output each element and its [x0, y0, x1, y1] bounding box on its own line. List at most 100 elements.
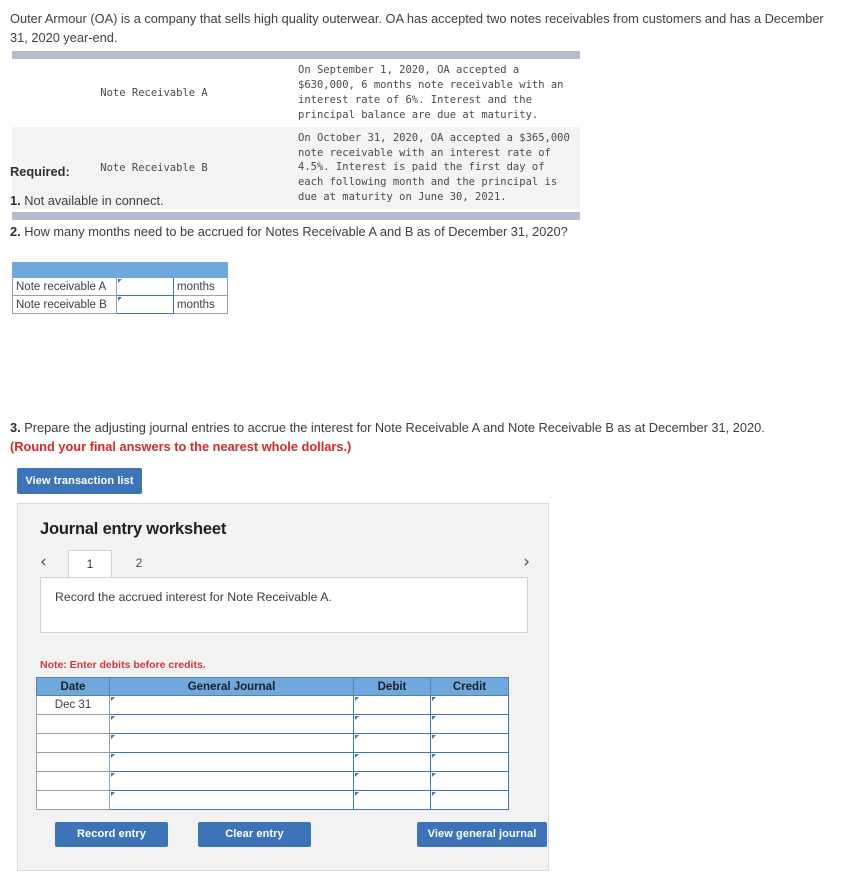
journal-row-5-debit[interactable] — [353, 790, 431, 810]
months-header-cell-1 — [12, 262, 117, 278]
required-heading: Required: — [10, 164, 70, 179]
journal-header-date: Date — [36, 677, 110, 696]
tab-content-panel: Record the accrued interest for Note Rec… — [40, 577, 528, 633]
cell-marker-icon — [432, 773, 436, 777]
months-row-b-label: Note receivable B — [12, 295, 117, 314]
months-row-b-input[interactable] — [116, 295, 174, 314]
bottom-band-cell-left — [12, 212, 296, 221]
cell-marker-icon — [111, 773, 115, 777]
journal-row-2-credit[interactable] — [430, 733, 509, 753]
journal-row-0-general-journal[interactable] — [109, 695, 354, 715]
journal-row-1-credit[interactable] — [430, 714, 509, 734]
months-row-a-label: Note receivable A — [12, 277, 117, 296]
tab-2[interactable]: 2 — [117, 550, 161, 577]
band-cell-right — [296, 51, 580, 59]
journal-row-5-credit[interactable] — [430, 790, 509, 810]
cell-marker-icon — [432, 716, 436, 720]
info-table-top-band — [12, 51, 580, 59]
cell-marker-icon — [355, 716, 359, 720]
view-transaction-list-button[interactable]: View transaction list — [17, 468, 142, 494]
cell-marker-icon — [355, 792, 359, 796]
journal-row-4-debit[interactable] — [353, 771, 431, 791]
cell-marker-icon — [111, 735, 115, 739]
cell-marker-icon — [355, 773, 359, 777]
question-3-number: 3. — [10, 420, 21, 435]
journal-header-credit: Credit — [430, 677, 509, 696]
table-row — [36, 714, 509, 734]
journal-row-3-credit[interactable] — [430, 752, 509, 772]
worksheet-title: Journal entry worksheet — [40, 520, 227, 538]
months-row-a-unit: months — [173, 277, 228, 296]
journal-header-general-journal: General Journal — [109, 677, 354, 696]
months-row-b: Note receivable B months — [12, 295, 228, 314]
question-2-number: 2. — [10, 224, 21, 239]
cell-marker-icon — [111, 754, 115, 758]
journal-row-0-debit[interactable] — [353, 695, 431, 715]
journal-row-2-debit[interactable] — [353, 733, 431, 753]
cell-marker-icon — [432, 754, 436, 758]
months-header-cell-2 — [116, 262, 174, 278]
journal-row-0-date[interactable]: Dec 31 — [36, 695, 110, 715]
cell-marker-icon — [118, 297, 122, 301]
question-3-text: Prepare the adjusting journal entries to… — [20, 420, 765, 435]
debits-before-credits-note: Note: Enter debits before credits. — [40, 659, 206, 671]
next-tab-chevron-icon[interactable]: › — [523, 552, 530, 572]
question-1: 1. Not available in connect. — [10, 193, 164, 208]
journal-row-4-credit[interactable] — [430, 771, 509, 791]
question-1-number: 1. — [10, 193, 21, 208]
journal-row-3-debit[interactable] — [353, 752, 431, 772]
cell-marker-icon — [111, 792, 115, 796]
months-table-header-row — [12, 262, 228, 278]
clear-entry-button[interactable]: Clear entry — [198, 822, 311, 847]
journal-row-5-general-journal[interactable] — [109, 790, 354, 810]
journal-row-4-general-journal[interactable] — [109, 771, 354, 791]
question-3-rounding-note: (Round your final answers to the nearest… — [10, 439, 352, 455]
months-accrued-table: Note receivable A months Note receivable… — [12, 262, 228, 314]
note-a-label: Note Receivable A — [12, 59, 296, 127]
note-a-description: On September 1, 2020, OA accepted a $630… — [296, 59, 580, 127]
question-1-text: Not available in connect. — [20, 193, 164, 208]
journal-entry-worksheet-panel: Journal entry worksheet ‹ 1 2 › Record t… — [17, 503, 549, 871]
journal-row-3-date[interactable] — [36, 752, 110, 772]
table-row: Dec 31 — [36, 695, 509, 715]
cell-marker-icon — [355, 735, 359, 739]
note-b-description: On October 31, 2020, OA accepted a $365,… — [296, 126, 580, 210]
journal-row-0-credit[interactable] — [430, 695, 509, 715]
journal-entry-table: Date General Journal Debit Credit Dec 31 — [36, 677, 509, 810]
table-row — [36, 790, 509, 810]
tab-1[interactable]: 1 — [68, 550, 112, 578]
journal-header-row: Date General Journal Debit Credit — [36, 677, 509, 696]
journal-row-1-general-journal[interactable] — [109, 714, 354, 734]
worksheet-button-row: Record entry Clear entry View general jo… — [36, 822, 547, 848]
worksheet-tabs: ‹ 1 2 › — [40, 550, 530, 578]
info-table-bottom-band — [12, 212, 580, 221]
band-cell-left — [12, 51, 296, 59]
journal-row-2-date[interactable] — [36, 733, 110, 753]
cell-marker-icon — [111, 716, 115, 720]
question-3: 3. Prepare the adjusting journal entries… — [10, 418, 840, 456]
months-row-a-input[interactable] — [116, 277, 174, 296]
cell-marker-icon — [111, 697, 115, 701]
journal-row-1-date[interactable] — [36, 714, 110, 734]
journal-row-4-date[interactable] — [36, 771, 110, 791]
worksheet-instruction: Record the accrued interest for Note Rec… — [55, 590, 332, 604]
months-row-a: Note receivable A months — [12, 277, 228, 296]
journal-row-1-debit[interactable] — [353, 714, 431, 734]
months-row-b-unit: months — [173, 295, 228, 314]
journal-row-2-general-journal[interactable] — [109, 733, 354, 753]
cell-marker-icon — [355, 754, 359, 758]
cell-marker-icon — [432, 697, 436, 701]
cell-marker-icon — [355, 697, 359, 701]
table-row — [36, 733, 509, 753]
record-entry-button[interactable]: Record entry — [55, 822, 168, 847]
question-2-text: How many months need to be accrued for N… — [20, 224, 568, 239]
months-header-cell-3 — [173, 262, 228, 278]
table-row — [36, 752, 509, 772]
intro-paragraph: Outer Armour (OA) is a company that sell… — [10, 11, 824, 45]
journal-row-3-general-journal[interactable] — [109, 752, 354, 772]
cell-marker-icon — [432, 792, 436, 796]
view-general-journal-button[interactable]: View general journal — [417, 822, 547, 847]
journal-row-5-date[interactable] — [36, 790, 110, 810]
bottom-band-cell-right — [296, 212, 580, 221]
previous-tab-chevron-icon[interactable]: ‹ — [40, 552, 47, 572]
